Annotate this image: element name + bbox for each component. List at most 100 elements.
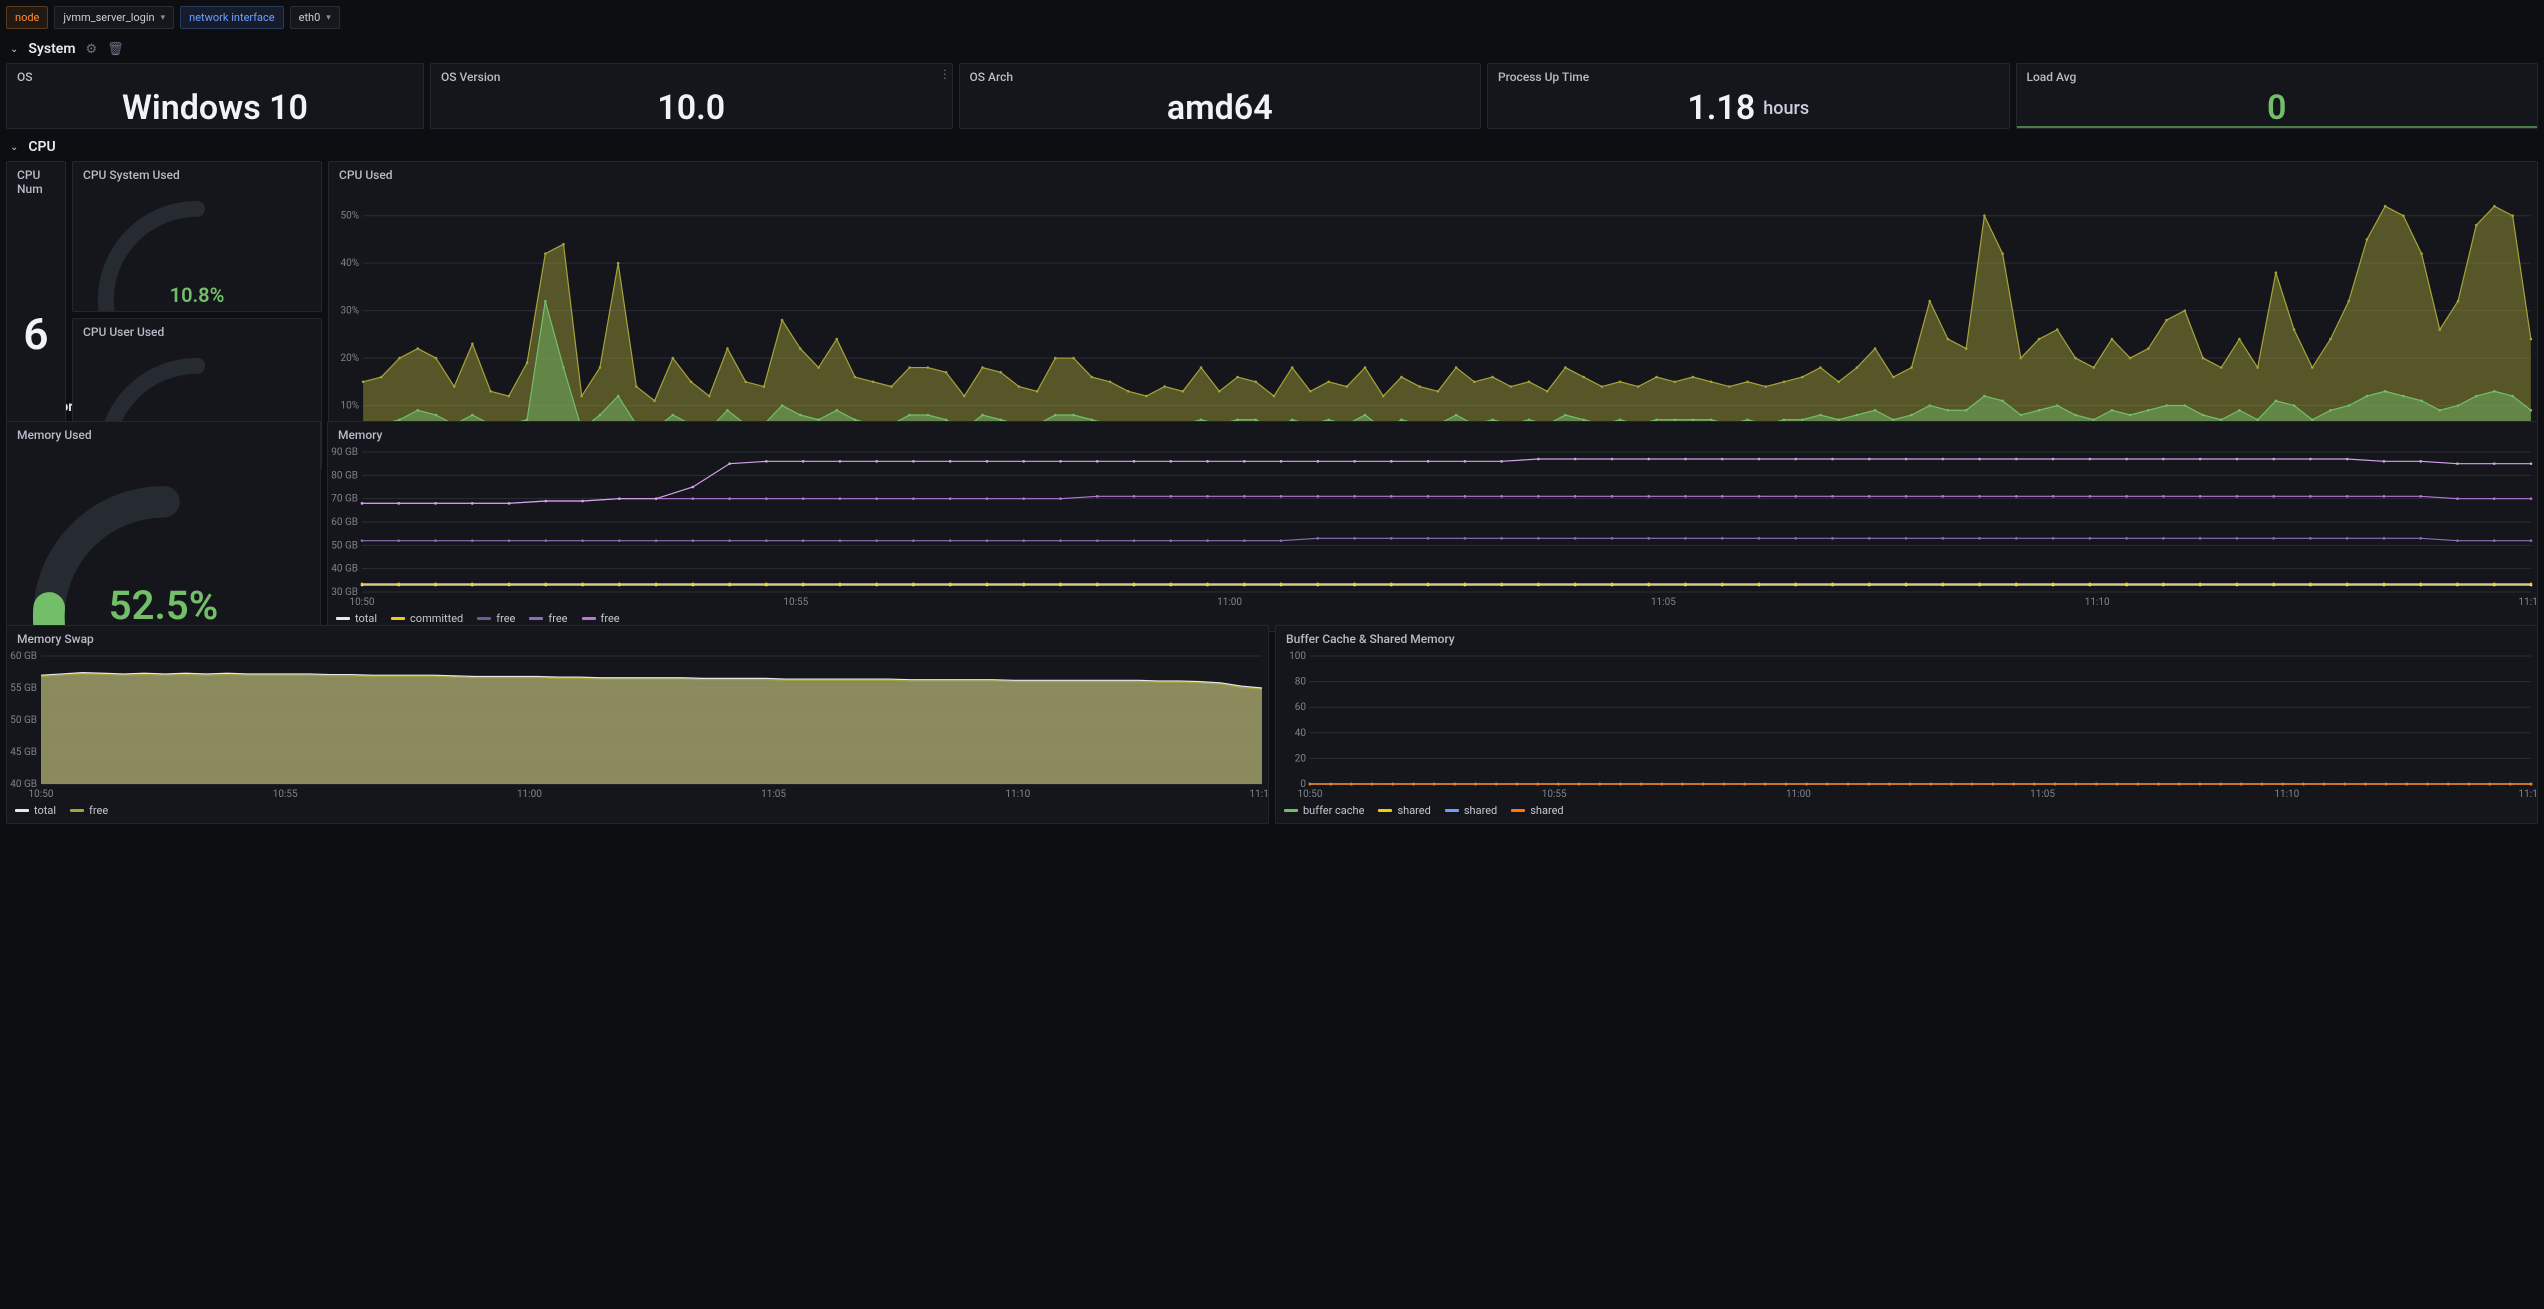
legend-swatch [529, 617, 543, 620]
legend-label: total [355, 612, 377, 625]
panel-os[interactable]: OS Windows 10 [6, 63, 424, 129]
stat-uptime-value: 1.18 [1687, 88, 1755, 128]
legend-swatch [391, 617, 405, 620]
panel-title: OS Arch [960, 64, 1481, 88]
gear-icon[interactable]: ⚙ [85, 42, 97, 57]
svg-text:50 GB: 50 GB [10, 715, 37, 726]
sparkline [2017, 126, 2538, 128]
legend-swatch [477, 617, 491, 620]
var-select-interface[interactable]: eth0 ▾ [290, 6, 340, 29]
legend-label: shared [1397, 804, 1430, 817]
panel-os-version[interactable]: ··· OS Version 10.0 [430, 63, 953, 129]
panel-title: CPU Num [7, 162, 65, 200]
legend-label: buffer cache [1303, 804, 1364, 817]
legend-swatch [336, 617, 350, 620]
svg-text:10:55: 10:55 [1542, 789, 1567, 800]
panel-memory-used[interactable]: Memory Used 52.5% [6, 421, 321, 632]
stat-os-value: Windows 10 [122, 88, 308, 128]
svg-text:10:50: 10:50 [1298, 789, 1323, 800]
svg-text:11:05: 11:05 [1651, 597, 1676, 608]
chart-buffer-cache: 02040608010010:5010:5511:0011:0511:1011:… [1276, 650, 2537, 800]
svg-text:11:00: 11:00 [1217, 597, 1242, 608]
svg-text:11:05: 11:05 [761, 789, 786, 800]
section-header-system[interactable]: ⌄ System ⚙ 🗑 [6, 35, 2538, 63]
memory-panels-row1: Memory Used 52.5% Memory 30 GB40 GB50 GB… [6, 421, 2538, 619]
legend-item[interactable]: free [477, 612, 515, 625]
var-select-interface-value: eth0 [299, 11, 321, 24]
gauge-value: 10.8% [170, 283, 225, 307]
chevron-down-icon: ⌄ [10, 44, 18, 55]
stat-loadavg-value: 0 [2267, 88, 2286, 128]
panel-title: CPU User Used [73, 319, 321, 343]
svg-text:100: 100 [1289, 651, 1306, 662]
legend-label: committed [410, 612, 463, 625]
svg-text:10:55: 10:55 [783, 597, 808, 608]
legend-item[interactable]: buffer cache [1284, 804, 1364, 817]
svg-text:11:10: 11:10 [2274, 789, 2299, 800]
panel-os-arch[interactable]: OS Arch amd64 [959, 63, 1482, 129]
legend-item[interactable]: total [336, 612, 377, 625]
svg-text:11:00: 11:00 [517, 789, 542, 800]
svg-text:55 GB: 55 GB [10, 683, 37, 694]
legend-swatch [70, 809, 84, 812]
legend-item[interactable]: shared [1445, 804, 1497, 817]
legend-item[interactable]: committed [391, 612, 463, 625]
svg-text:70 GB: 70 GB [331, 494, 358, 505]
panel-menu-icon[interactable]: ··· [943, 68, 945, 80]
legend-swatch [1511, 809, 1525, 812]
legend-item[interactable]: free [529, 612, 567, 625]
legend-item[interactable]: shared [1378, 804, 1430, 817]
panel-memory[interactable]: Memory 30 GB40 GB50 GB60 GB70 GB80 GB90 … [327, 421, 2538, 632]
legend-item[interactable]: free [582, 612, 620, 625]
svg-text:40%: 40% [341, 258, 360, 269]
var-select-node[interactable]: jvmm_server_login ▾ [54, 6, 174, 29]
svg-text:80 GB: 80 GB [331, 470, 358, 481]
chevron-down-icon: ▾ [161, 13, 166, 23]
legend-swatch [1445, 809, 1459, 812]
panel-loadavg[interactable]: Load Avg 0 [2016, 63, 2539, 129]
panel-title: OS Version [431, 64, 952, 88]
svg-text:11:10: 11:10 [1005, 789, 1030, 800]
legend-label: total [34, 804, 56, 817]
stat-uptime-unit: hours [1763, 98, 1809, 119]
legend-item[interactable]: total [15, 804, 56, 817]
svg-text:60: 60 [1295, 702, 1307, 713]
svg-text:40 GB: 40 GB [331, 564, 358, 575]
stat-osarch-value: amd64 [1167, 88, 1273, 128]
panel-title: OS [7, 64, 423, 88]
stat-cpunum-value: 6 [23, 308, 48, 360]
section-title: System [28, 41, 75, 57]
var-label-interface: network interface [180, 6, 283, 29]
panel-buffer-cache[interactable]: Buffer Cache & Shared Memory 02040608010… [1275, 625, 2538, 824]
panel-uptime[interactable]: Process Up Time 1.18 hours [1487, 63, 2010, 129]
legend-swatch [582, 617, 596, 620]
svg-text:30%: 30% [341, 306, 360, 317]
panel-cpu-system-used[interactable]: CPU System Used 10.8% [72, 161, 322, 312]
svg-text:80: 80 [1295, 677, 1307, 688]
panel-title: Load Avg [2017, 64, 2538, 88]
svg-text:20: 20 [1295, 753, 1307, 764]
panel-title: CPU Used [329, 162, 2537, 186]
panel-memory-swap[interactable]: Memory Swap 40 GB45 GB50 GB55 GB60 GB10:… [6, 625, 1269, 824]
panel-title: Memory [328, 422, 2537, 446]
legend-label: free [496, 612, 515, 625]
trash-icon[interactable]: 🗑 [107, 42, 124, 57]
legend-bufcache: buffer cache shared shared shared [1276, 800, 2537, 823]
section-header-cpu[interactable]: ⌄ CPU [6, 133, 2538, 161]
svg-text:10:55: 10:55 [273, 789, 298, 800]
svg-text:11:05: 11:05 [2030, 789, 2055, 800]
template-variables: node jvmm_server_login ▾ network interfa… [6, 6, 2538, 29]
chart-memory: 30 GB40 GB50 GB60 GB70 GB80 GB90 GB10:50… [328, 446, 2537, 608]
svg-text:10%: 10% [341, 401, 360, 412]
legend-item[interactable]: free [70, 804, 108, 817]
gauge-value: 52.5% [109, 582, 218, 629]
legend-label: shared [1464, 804, 1497, 817]
panel-title: Memory Swap [7, 626, 1268, 650]
svg-text:10:50: 10:50 [29, 789, 54, 800]
stat-osver-value: 10.0 [657, 88, 725, 128]
legend-memswap: total free [7, 800, 1268, 823]
legend-label: shared [1530, 804, 1563, 817]
svg-text:11:00: 11:00 [1786, 789, 1811, 800]
memory-panels-row2: Memory Swap 40 GB45 GB50 GB55 GB60 GB10:… [6, 625, 2538, 801]
legend-item[interactable]: shared [1511, 804, 1563, 817]
